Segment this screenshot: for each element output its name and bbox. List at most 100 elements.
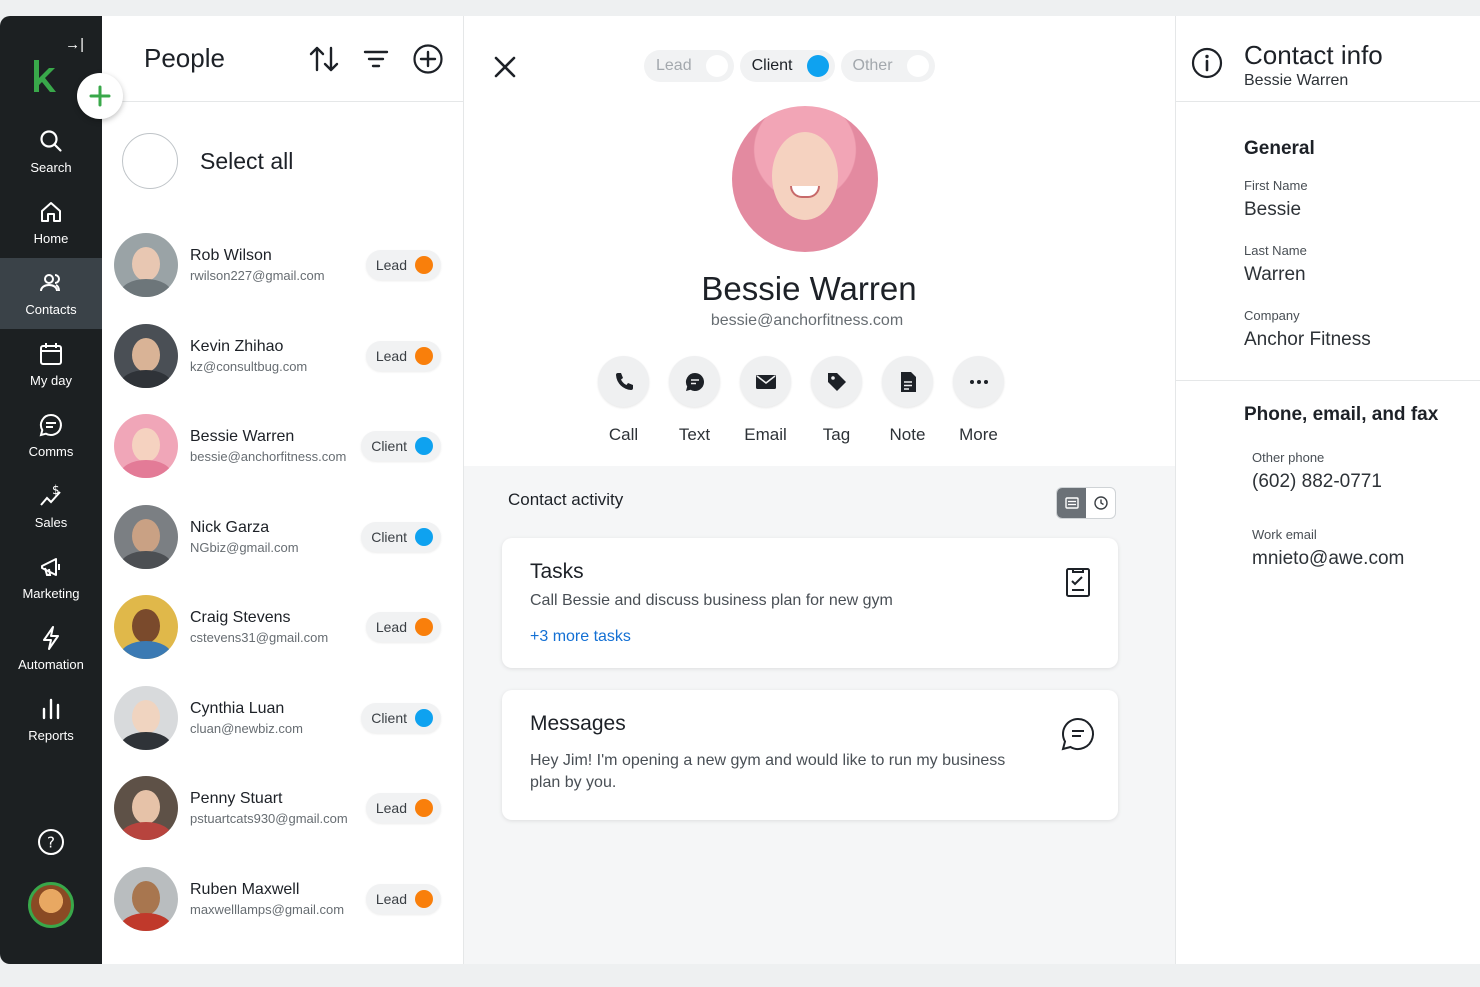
list-view-button[interactable] (1057, 488, 1086, 518)
nav-item-comms[interactable]: Comms (0, 400, 102, 471)
plus-icon (89, 85, 111, 107)
nav-item-label: Comms (28, 444, 74, 459)
messages-card[interactable]: Messages Hey Jim! I'm opening a new gym … (502, 690, 1118, 820)
contact-avatar (114, 504, 178, 569)
status-dot (415, 256, 433, 275)
info-subtitle: Bessie Warren (1244, 72, 1349, 89)
select-all-checkbox[interactable] (122, 133, 178, 189)
more-tasks-link[interactable]: +3 more tasks (530, 628, 1090, 646)
help-icon[interactable]: ? (37, 828, 65, 856)
nav-item-label: Reports (28, 728, 74, 743)
tasks-card[interactable]: Tasks Call Bessie and discuss business p… (502, 538, 1118, 668)
quick-add-button[interactable] (77, 73, 123, 119)
nav-item-label: My day (30, 373, 72, 388)
contact-avatar (114, 776, 178, 841)
section-divider (1176, 380, 1480, 381)
status-dot (415, 527, 433, 546)
contact-name: Bessie Warren (701, 270, 917, 307)
app-window: →| Search Home Contacts My day Comms $ S… (0, 16, 1480, 964)
envelope-icon (755, 374, 776, 389)
select-all-row[interactable]: Select all (102, 102, 463, 220)
action-label: More (959, 425, 998, 444)
action-label: Text (678, 425, 711, 444)
nav-item-reports[interactable]: Reports (0, 684, 102, 755)
contact-detail: Lead Client Other Bessie Warren bessie@a… (464, 16, 1176, 964)
note-button[interactable]: Note (882, 356, 933, 445)
other-phone-value[interactable]: (602) 882-0771 (1252, 471, 1438, 493)
toggle-knob (906, 55, 929, 77)
call-button[interactable]: Call (598, 356, 649, 445)
email-button[interactable]: Email (740, 356, 791, 445)
contact-list: Rob Wilson rwilson227@gmail.com Lead Kevin … (102, 220, 463, 944)
work-email-value[interactable]: mnieto@awe.com (1252, 548, 1438, 570)
status-badge[interactable]: Lead (365, 793, 441, 824)
close-icon[interactable] (490, 52, 520, 82)
contact-row[interactable]: Cynthia Luan cluan@newbiz.com Client (102, 673, 463, 764)
action-label: Call (608, 425, 639, 444)
nav-item-sales[interactable]: $ Sales (0, 471, 102, 542)
status-badge[interactable]: Client (361, 521, 441, 552)
general-section: General First Name Bessie Last Name Warr… (1244, 138, 1371, 351)
status-option-other[interactable]: Other (840, 50, 935, 82)
contact-row[interactable]: Rob Wilson rwilson227@gmail.com Lead (102, 220, 463, 311)
task-checklist-icon (1066, 568, 1090, 597)
megaphone-icon (41, 558, 60, 576)
nav-item-label: Automation (18, 657, 84, 672)
contact-row[interactable]: Ruben Maxwell maxwelllamps@gmail.com Lead (102, 854, 463, 945)
toggle-knob (705, 55, 728, 77)
home-icon (41, 202, 61, 222)
status-badge[interactable]: Lead (365, 883, 441, 914)
status-dot (415, 708, 433, 727)
contact-row[interactable]: Penny Stuart pstuartcats930@gmail.com Lead (102, 763, 463, 854)
status-dot (415, 799, 433, 818)
collapse-nav-icon[interactable]: →| (65, 36, 84, 53)
contact-row[interactable]: Kevin Zhihao kz@consultbug.com Lead (102, 311, 463, 402)
status-option-lead[interactable]: Lead (644, 50, 734, 82)
company-value[interactable]: Anchor Fitness (1244, 329, 1371, 351)
action-label: Note (889, 425, 926, 444)
face-shape (772, 132, 838, 220)
status-badge[interactable]: Client (361, 431, 441, 462)
status-badge[interactable]: Lead (365, 612, 441, 643)
select-all-label: Select all (200, 147, 294, 174)
list-icon (1064, 497, 1079, 509)
nav-item-marketing[interactable]: Marketing (0, 542, 102, 613)
phone-section-title: Phone, email, and fax (1244, 404, 1439, 425)
first-name-value[interactable]: Bessie (1244, 199, 1371, 221)
last-name-value[interactable]: Warren (1244, 264, 1371, 286)
nav-item-automation[interactable]: Automation (0, 613, 102, 684)
status-dot (415, 889, 433, 908)
text-button[interactable]: Text (669, 356, 720, 445)
timeline-view-button[interactable] (1086, 488, 1115, 518)
status-badge[interactable]: Lead (365, 250, 441, 281)
tasks-title: Tasks (530, 560, 584, 583)
status-badge-label: Client (371, 528, 407, 545)
status-badge[interactable]: Lead (365, 340, 441, 371)
sales-icon: $ (40, 483, 61, 506)
chat-icon (39, 413, 62, 437)
contact-activity-section: Contact activity Tasks Call Bessie and d… (464, 466, 1175, 964)
people-title: People (144, 43, 225, 73)
more-button[interactable]: More (953, 356, 1004, 445)
nav-item-my-day[interactable]: My day (0, 329, 102, 400)
status-dot (415, 437, 433, 456)
contact-avatar (114, 866, 178, 931)
filter-icon[interactable] (359, 42, 393, 76)
search-icon (40, 130, 62, 152)
contact-row[interactable]: Craig Stevens cstevens31@gmail.com Lead (102, 582, 463, 673)
status-badge[interactable]: Client (361, 702, 441, 733)
contact-avatar (114, 414, 178, 479)
status-option-client[interactable]: Client (739, 50, 835, 82)
nav-item-home[interactable]: Home (0, 187, 102, 258)
user-avatar[interactable] (28, 882, 74, 928)
tag-button[interactable]: Tag (811, 356, 862, 445)
add-contact-icon[interactable] (411, 42, 445, 76)
contact-row[interactable]: Nick Garza NGbiz@gmail.com Client (102, 492, 463, 583)
info-icon (1191, 47, 1223, 79)
contact-row[interactable]: Bessie Warren bessie@anchorfitness.com Cli… (102, 401, 463, 492)
svg-text:$: $ (52, 483, 60, 497)
messages-text: Hey Jim! I'm opening a new gym and would… (530, 752, 1006, 791)
nav-item-contacts[interactable]: Contacts (0, 258, 102, 329)
sort-icon[interactable] (307, 42, 341, 76)
nav-item-search[interactable]: Search (0, 116, 102, 187)
